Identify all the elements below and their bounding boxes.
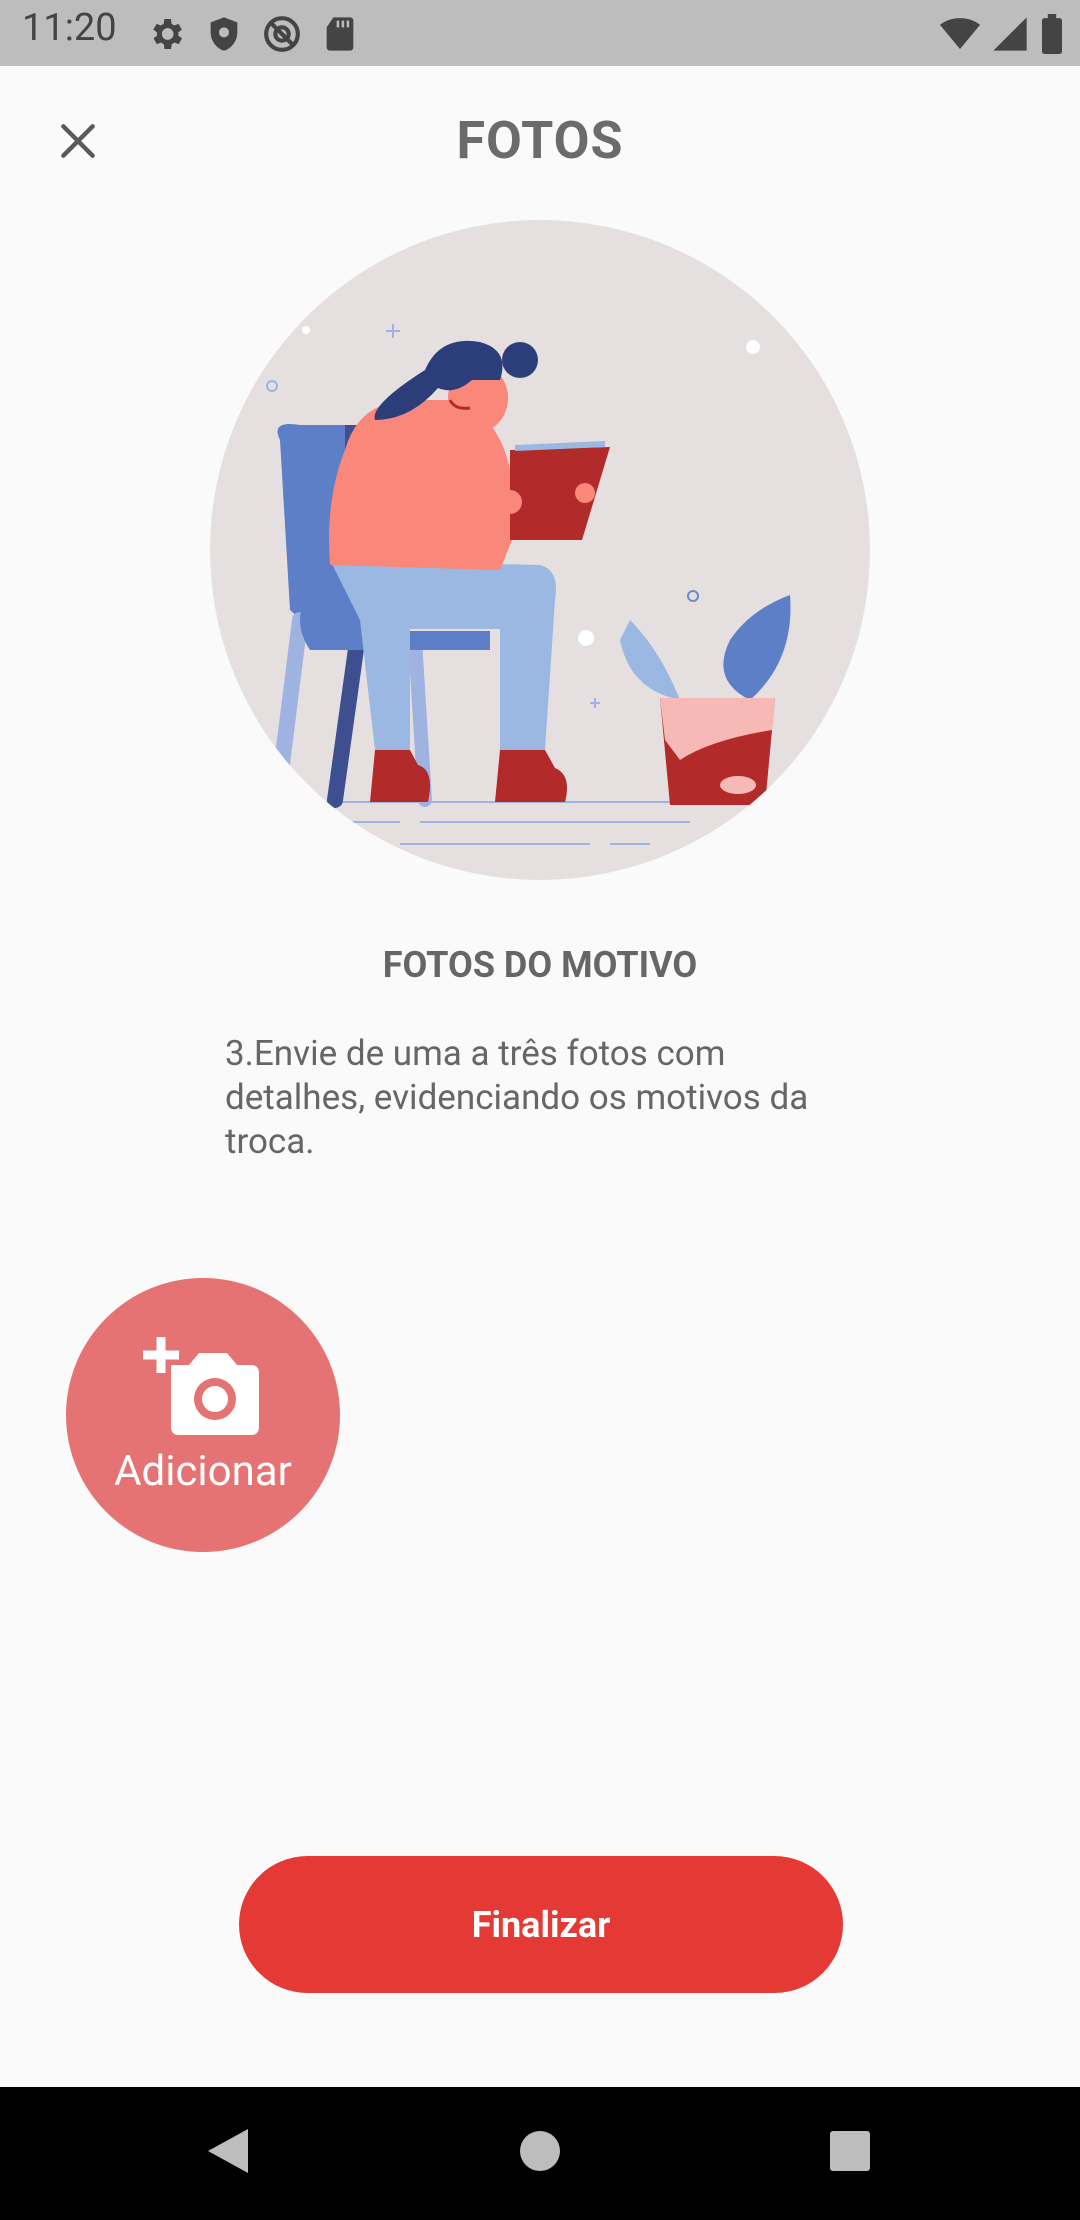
home-icon: [518, 2129, 562, 2177]
add-camera-icon: [143, 1335, 263, 1441]
add-photo-button[interactable]: Adicionar: [66, 1278, 340, 1552]
nav-recents-button[interactable]: [812, 2115, 888, 2191]
nav-home-button[interactable]: [502, 2115, 578, 2191]
at-sign-icon: [262, 14, 302, 54]
page-title: FOTOS: [456, 110, 624, 171]
add-photo-label: Adicionar: [114, 1446, 292, 1496]
signal-icon: [990, 14, 1030, 54]
back-icon: [206, 2127, 250, 2179]
settings-icon: [146, 14, 186, 54]
shield-icon: [204, 14, 244, 54]
finish-button[interactable]: Finalizar: [239, 1856, 843, 1993]
section-title: FOTOS DO MOTIVO: [382, 944, 698, 986]
recents-icon: [828, 2129, 872, 2177]
status-time: 11:20: [22, 6, 117, 50]
navigation-bar: [0, 2087, 1080, 2220]
status-bar: 11:20: [0, 0, 1080, 66]
nav-back-button[interactable]: [190, 2115, 266, 2191]
sd-card-icon: [320, 14, 360, 54]
wifi-icon: [940, 14, 980, 54]
battery-icon: [1040, 14, 1064, 54]
illustration-woman-reading: [210, 220, 870, 880]
section-description: 3.Envie de uma a três fotos com detalhes…: [225, 1033, 809, 1162]
